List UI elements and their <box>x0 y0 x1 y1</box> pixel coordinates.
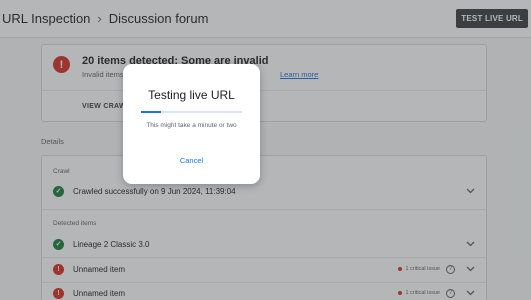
dialog-subtitle: This might take a minute or two <box>146 122 237 129</box>
testing-live-url-dialog: Testing live URL This might take a minut… <box>123 64 260 184</box>
progress-bar <box>141 111 242 113</box>
dialog-title: Testing live URL <box>148 88 235 102</box>
progress-bar-fill <box>141 111 162 113</box>
cancel-button[interactable]: Cancel <box>123 156 260 165</box>
modal-scrim <box>0 0 531 300</box>
